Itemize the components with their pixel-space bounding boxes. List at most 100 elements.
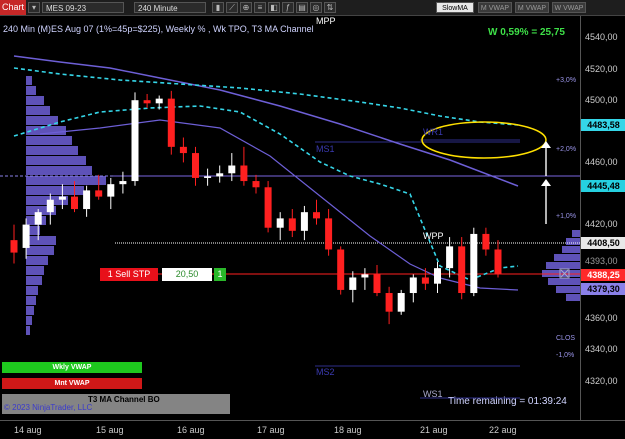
weekly-tpo-profile bbox=[26, 76, 106, 335]
mvwap-button[interactable]: M VWAP bbox=[478, 2, 512, 13]
profile-bar bbox=[26, 316, 32, 325]
price-chart bbox=[0, 55, 580, 399]
chart-tab[interactable]: Chart bbox=[0, 0, 26, 15]
profile-bar bbox=[26, 176, 106, 185]
date-label: 18 aug bbox=[334, 425, 362, 435]
profile-bar bbox=[26, 166, 92, 175]
template-icon[interactable]: ▤ bbox=[296, 2, 308, 13]
candle-body bbox=[131, 100, 139, 182]
draw-tool-icon[interactable]: ⟋ bbox=[226, 2, 238, 13]
properties-icon[interactable]: ≡ bbox=[254, 2, 266, 13]
up-arrow-1-head bbox=[541, 179, 551, 186]
profile-bar bbox=[26, 106, 50, 115]
profile-bar bbox=[556, 286, 580, 293]
date-label: 17 aug bbox=[257, 425, 285, 435]
candle-body bbox=[349, 277, 357, 290]
profile-bar bbox=[26, 186, 84, 195]
current-tpo-profile bbox=[542, 230, 580, 301]
copyright: © 2023 NinjaTrader, LLC bbox=[4, 403, 93, 412]
chart-trader-icon[interactable]: ⇅ bbox=[324, 2, 336, 13]
profile-bar bbox=[26, 86, 36, 95]
profile-bar bbox=[562, 246, 580, 253]
screenshot-icon[interactable]: ◎ bbox=[310, 2, 322, 13]
profile-bar bbox=[548, 278, 580, 285]
candle-body bbox=[313, 212, 320, 219]
candle-body bbox=[446, 246, 454, 269]
ws1-label: WS1 bbox=[423, 389, 443, 399]
wr1-label: WR1 bbox=[423, 127, 443, 137]
candle-body bbox=[494, 249, 502, 275]
price-label: 4320,00 bbox=[585, 376, 618, 386]
up-arrow-2-head bbox=[541, 141, 551, 148]
wvwap-button[interactable]: W VWAP bbox=[552, 2, 586, 13]
zoom-icon[interactable]: ⊕ bbox=[240, 2, 252, 13]
price-axis[interactable]: 4540,00 4520,00 4500,00 4460,00 4420,00 … bbox=[580, 16, 625, 420]
date-label: 15 aug bbox=[96, 425, 124, 435]
profile-bar bbox=[26, 246, 54, 255]
interval-selector[interactable]: 240 Minute bbox=[134, 2, 206, 13]
candle-body bbox=[107, 184, 115, 197]
candle-body bbox=[276, 218, 284, 228]
slowma-button[interactable]: SlowMA bbox=[436, 2, 474, 13]
candle-body bbox=[397, 293, 405, 312]
date-label: 22 aug bbox=[489, 425, 517, 435]
mvwap2-button[interactable]: M VWAP bbox=[515, 2, 549, 13]
candle-body bbox=[264, 187, 272, 228]
candle-body bbox=[46, 199, 54, 213]
close-label: CLOS bbox=[556, 335, 576, 342]
candle-body bbox=[409, 277, 417, 294]
indicator-icon[interactable]: ƒ bbox=[282, 2, 294, 13]
candle-body bbox=[119, 181, 127, 185]
t3-channel-legend: T3 MA Channel BO bbox=[88, 395, 160, 404]
profile-bar bbox=[26, 76, 32, 85]
last-price-tag: 4388,25 bbox=[581, 269, 625, 281]
candle-body bbox=[470, 233, 478, 294]
t3-mid-price-tag: 4445,48 bbox=[581, 180, 625, 192]
profile-bar bbox=[26, 276, 42, 285]
wpp-price-tag: 4408,50 bbox=[581, 237, 625, 249]
profile-bar bbox=[26, 266, 44, 275]
sell-stop-order[interactable]: 1 Sell STP bbox=[100, 268, 158, 281]
order-quantity[interactable]: 1 bbox=[214, 268, 226, 281]
price-label: 4520,00 bbox=[585, 64, 618, 74]
profile-bar bbox=[26, 256, 48, 265]
instrument-selector[interactable]: MES 09-23 bbox=[42, 2, 124, 13]
date-label: 16 aug bbox=[177, 425, 205, 435]
candle-body bbox=[325, 218, 333, 250]
time-axis[interactable]: 14 aug 15 aug 16 aug 17 aug 18 aug 21 au… bbox=[0, 420, 625, 439]
ms2-label: MS2 bbox=[316, 367, 335, 377]
profile-bar bbox=[26, 136, 72, 145]
candle-body bbox=[482, 233, 490, 250]
profile-bar bbox=[26, 326, 30, 335]
price-label: 4340,00 bbox=[585, 344, 618, 354]
candle-body bbox=[228, 165, 236, 174]
ms1-label: MS1 bbox=[316, 144, 335, 154]
bar-style-icon[interactable]: ▮ bbox=[212, 2, 224, 13]
profile-bar bbox=[26, 156, 86, 165]
candle-body bbox=[421, 277, 429, 284]
order-price[interactable]: 20,50 bbox=[162, 268, 212, 281]
weekly-change: W 0,59% = 25,75 bbox=[488, 27, 565, 38]
candle-body bbox=[204, 176, 212, 178]
candle-body bbox=[434, 268, 441, 284]
candle-body bbox=[385, 293, 393, 312]
date-label: 21 aug bbox=[420, 425, 448, 435]
profile-bar bbox=[26, 306, 34, 315]
candle-body bbox=[155, 98, 163, 104]
instrument-search-icon[interactable]: ▾ bbox=[28, 2, 40, 13]
profile-bar bbox=[554, 254, 580, 261]
candle-body bbox=[179, 146, 187, 154]
candle-body bbox=[167, 98, 175, 147]
profile-bar bbox=[26, 96, 44, 105]
strategy-icon[interactable]: ◧ bbox=[268, 2, 280, 13]
candle-body bbox=[22, 224, 30, 248]
profile-bar bbox=[566, 238, 580, 245]
pct-plus2: +2,0% bbox=[556, 146, 577, 153]
candle-body bbox=[240, 165, 248, 182]
chart-plot-area[interactable]: 240 Min (M)ES Aug 07 (1%=45p=$225), Week… bbox=[0, 16, 580, 420]
candle-body bbox=[361, 274, 369, 278]
candle-body bbox=[458, 246, 466, 294]
profile-bar bbox=[26, 146, 78, 155]
monthly-vwap-legend: Mnt VWAP bbox=[2, 378, 142, 389]
price-label: 4540,00 bbox=[585, 32, 618, 42]
